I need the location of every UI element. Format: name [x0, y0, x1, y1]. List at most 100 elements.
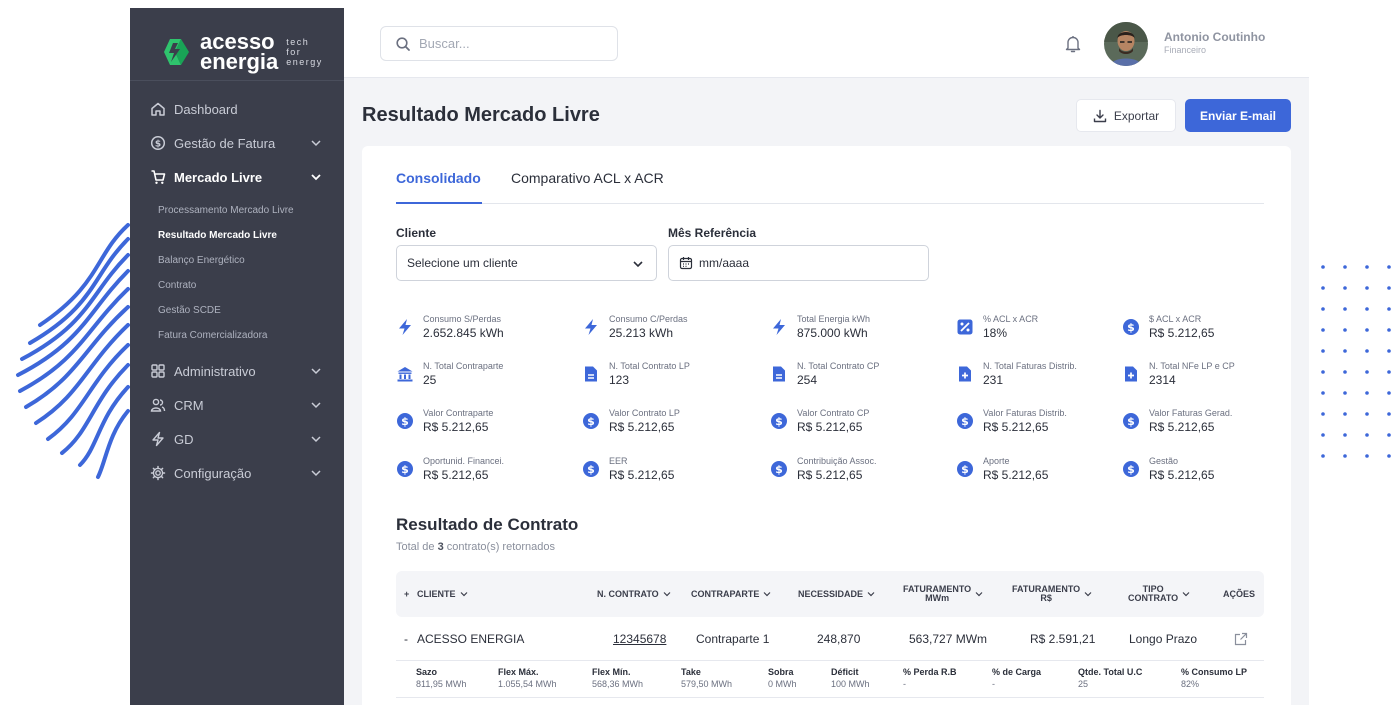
bank-icon — [397, 367, 413, 382]
column-header-label-line2: R$ — [1040, 593, 1052, 603]
bolt-icon — [585, 319, 597, 335]
subnav-item-balanco[interactable]: Balanço Energético — [158, 248, 344, 273]
contract-number-link[interactable]: 12345678 — [613, 617, 666, 661]
month-field-value: mm/aaaa — [699, 256, 750, 270]
svg-text:$: $ — [1127, 415, 1135, 428]
search-input[interactable] — [419, 36, 599, 51]
stat-value: R$ 5.212,65 — [423, 468, 489, 482]
file-plus-icon — [959, 366, 971, 382]
tab-consolidado[interactable]: Consolidado — [396, 168, 482, 204]
grid-icon — [151, 364, 165, 378]
sidebar-item-configuracao[interactable]: Configuração — [130, 456, 344, 490]
stat-valor-contrato-cp: $ Valor Contrato CP R$ 5.212,65 — [770, 408, 950, 444]
avatar[interactable] — [1104, 22, 1148, 66]
stat-total-nfe: N. Total NFe LP e CP 2314 — [1122, 361, 1302, 397]
brand-tag-line1: tech — [286, 37, 310, 47]
sidebar-item-gd[interactable]: GD — [130, 422, 344, 456]
contracts-count-suffix: contrato(s) retornados — [446, 541, 555, 553]
detail-value: 568,36 MWh — [592, 679, 644, 689]
stat-label: N. Total Faturas Distrib. — [983, 361, 1077, 371]
svg-text:$: $ — [587, 415, 595, 428]
stat-value: R$ 5.212,65 — [983, 420, 1049, 434]
stat-valor-faturas-distrib: $ Valor Faturas Distrib. R$ 5.212,65 — [956, 408, 1136, 444]
sidebar-item-dashboard[interactable]: Dashboard — [130, 92, 344, 126]
detail-value: 1.055,54 MWh — [498, 679, 557, 689]
stat-value: R$ 5.212,65 — [609, 468, 675, 482]
send-email-button[interactable]: Enviar E-mail — [1185, 99, 1291, 132]
chevron-down-icon — [311, 436, 321, 443]
column-header-contract[interactable]: N. CONTRATO — [597, 571, 671, 617]
chevron-down-icon — [663, 592, 671, 597]
detail-label: % Perda R.B — [903, 667, 957, 677]
download-icon — [1093, 109, 1107, 122]
stat-value: 875.000 kWh — [797, 326, 868, 340]
subnav-item-resultado[interactable]: Resultado Mercado Livre — [158, 223, 344, 248]
subnav-item-processamento[interactable]: Processamento Mercado Livre — [158, 198, 344, 223]
document-icon — [585, 366, 597, 382]
dollar-icon: $ — [397, 461, 413, 477]
tab-comparativo[interactable]: Comparativo ACL x ACR — [511, 168, 681, 204]
month-field[interactable]: mm/aaaa — [668, 245, 929, 281]
bell-icon[interactable] — [1064, 34, 1082, 54]
detail-label: Take — [681, 667, 701, 677]
percent-icon — [957, 319, 973, 335]
column-header-counterpart[interactable]: CONTRAPARTE — [691, 571, 771, 617]
cell-billing-rs: R$ 2.591,21 — [1030, 632, 1096, 646]
stat-oportunidade-financeira: $ Oportunid. Financei. R$ 5.212,65 — [396, 456, 576, 492]
sidebar-item-administrativo[interactable]: Administrativo — [130, 354, 344, 388]
chevron-down-icon — [311, 470, 321, 477]
cart-icon — [151, 170, 166, 184]
detail-value: 100 MWh — [831, 679, 870, 689]
stat-total-contrato-lp: N. Total Contrato LP 123 — [582, 361, 762, 397]
sidebar-item-mercado-livre[interactable]: Mercado Livre — [130, 160, 344, 194]
detail-label: Flex Mín. — [592, 667, 631, 677]
brand-logo[interactable]: acesso energia tech for energy — [156, 30, 323, 74]
client-select[interactable]: Selecione um cliente — [396, 245, 657, 281]
stat-valor-contrato-lp: $ Valor Contrato LP R$ 5.212,65 — [582, 408, 762, 444]
topbar: Antonio Coutinho Financeiro — [344, 8, 1309, 78]
stat-consumo-c-perdas: Consumo C/Perdas 25.213 kWh — [582, 314, 762, 350]
column-header-billing-mwm[interactable]: FATURAMENTO MWm — [903, 571, 983, 617]
subnav-item-gestao-scde[interactable]: Gestão SCDE — [158, 298, 344, 323]
bolt-icon — [399, 319, 411, 335]
stat-contribuicao-assoc: $ Contribuição Assoc. R$ 5.212,65 — [770, 456, 950, 492]
stat-total-contraparte: N. Total Contraparte 25 — [396, 361, 576, 397]
stat-label: Valor Faturas Distrib. — [983, 408, 1067, 418]
detail-take: Take 579,50 MWh — [681, 666, 732, 690]
contracts-title: Resultado de Contrato — [396, 515, 579, 534]
row-details: Sazo 811,95 MWh Flex Máx. 1.055,54 MWh Fle… — [396, 662, 1264, 698]
column-header-client[interactable]: CLIENTE — [417, 571, 468, 617]
stat-label: N. Total Contraparte — [423, 361, 504, 371]
detail-label: Flex Máx. — [498, 667, 539, 677]
stat-label: Gestão — [1149, 456, 1179, 466]
expand-all-button[interactable]: + — [404, 571, 409, 617]
detail-sobra: Sobra 0 MWh — [768, 666, 797, 690]
detail-label: Sobra — [768, 667, 794, 677]
tab-bar: Consolidado Comparativo ACL x ACR — [396, 168, 1264, 204]
contracts-count: Total de 3 contrato(s) retornados — [396, 541, 555, 553]
subnav-item-contrato[interactable]: Contrato — [158, 273, 344, 298]
subnav-item-fatura-comercializadora[interactable]: Fatura Comercializadora — [158, 323, 344, 348]
table-header: + CLIENTE N. CONTRATO CONTRAPARTE NECESS… — [396, 571, 1264, 617]
open-contract-button[interactable] — [1234, 617, 1248, 661]
sidebar-item-crm[interactable]: CRM — [130, 388, 344, 422]
stat-value: R$ 5.212,65 — [1149, 468, 1215, 482]
page-title: Resultado Mercado Livre — [362, 104, 600, 126]
svg-text:$: $ — [961, 415, 969, 428]
stat-label: $ ACL x ACR — [1149, 314, 1202, 324]
sidebar-item-label: Gestão de Fatura — [174, 135, 276, 151]
search-box[interactable] — [380, 26, 618, 61]
sidebar-item-gestao-fatura[interactable]: $ Gestão de Fatura — [130, 126, 344, 160]
row-collapse-toggle[interactable]: - — [404, 617, 408, 661]
column-header-need[interactable]: NECESSIDADE — [798, 571, 875, 617]
chevron-down-icon — [460, 592, 467, 597]
column-header-billing-rs[interactable]: FATURAMENTO R$ — [1012, 571, 1092, 617]
cell-contract-type: Longo Prazo — [1129, 632, 1198, 646]
detail-deficit: Déficit 100 MWh — [831, 666, 870, 690]
detail-value: - — [903, 679, 906, 689]
detail-value: 811,95 MWh — [416, 679, 467, 689]
export-button[interactable]: Exportar — [1076, 99, 1176, 132]
stat-value: 231 — [983, 373, 1004, 387]
column-header-type[interactable]: TIPO CONTRATO — [1128, 571, 1190, 617]
column-header-label: NECESSIDADE — [798, 588, 864, 599]
